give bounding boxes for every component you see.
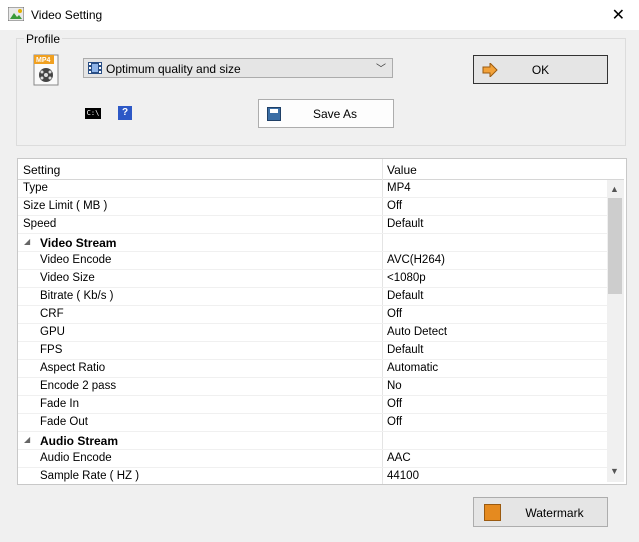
setting-row[interactable]: Type MP4	[18, 180, 608, 198]
setting-row[interactable]: Audio Encode AAC	[18, 450, 608, 468]
section-row[interactable]: ◢ Video Stream	[18, 234, 608, 252]
setting-name: Encode 2 pass	[40, 380, 117, 392]
setting-name: Type	[23, 182, 48, 194]
setting-name: Video Size	[40, 272, 95, 284]
chevron-down-icon: ﹀	[376, 64, 386, 75]
setting-name: CRF	[40, 308, 64, 320]
grid-header: Setting Value	[18, 159, 624, 180]
setting-row[interactable]: GPU Auto Detect	[18, 324, 608, 342]
setting-name: Video Encode	[40, 254, 112, 266]
setting-row[interactable]: FPS Default	[18, 342, 608, 360]
setting-row[interactable]: Fade In Off	[18, 396, 608, 414]
watermark-button[interactable]: Watermark	[473, 497, 608, 527]
setting-name: GPU	[40, 326, 65, 338]
column-header-setting[interactable]: Setting	[23, 163, 60, 177]
setting-row[interactable]: Aspect Ratio Automatic	[18, 360, 608, 378]
preset-dropdown[interactable]: Optimum quality and size ﹀	[83, 58, 393, 78]
setting-row[interactable]: Sample Rate ( HZ ) 44100	[18, 468, 608, 484]
app-icon	[8, 7, 24, 21]
setting-value[interactable]: MP4	[387, 182, 411, 194]
film-icon	[88, 62, 102, 74]
setting-value[interactable]: AAC	[387, 452, 411, 464]
collapse-triangle-icon[interactable]: ◢	[24, 435, 30, 444]
setting-row[interactable]: Size Limit ( MB ) Off	[18, 198, 608, 216]
setting-row[interactable]: CRF Off	[18, 306, 608, 324]
setting-value[interactable]: Default	[387, 344, 423, 356]
section-title: Video Stream	[40, 236, 117, 250]
setting-name: Fade Out	[40, 416, 88, 428]
column-header-value[interactable]: Value	[387, 163, 417, 177]
ok-button-label: OK	[531, 63, 550, 77]
setting-row[interactable]: Encode 2 pass No	[18, 378, 608, 396]
setting-name: Aspect Ratio	[40, 362, 106, 374]
setting-name: Sample Rate ( HZ )	[40, 470, 140, 482]
setting-name: Speed	[23, 218, 57, 230]
settings-grid[interactable]: Setting Value Type MP4 Size Limit ( MB ) Of…	[17, 158, 627, 485]
setting-value[interactable]: Off	[387, 398, 402, 410]
setting-name: Fade In	[40, 398, 79, 410]
title-bar: Video Setting ✕	[0, 0, 639, 30]
settings-rows: Type MP4 Size Limit ( MB ) Off Speed Default ◢…	[18, 180, 608, 484]
command-line-icon[interactable]: C:\	[85, 108, 101, 119]
setting-value[interactable]: Off	[387, 200, 402, 212]
close-icon[interactable]: ✕	[612, 5, 625, 25]
setting-value[interactable]: <1080p	[387, 272, 426, 284]
section-title: Audio Stream	[40, 434, 119, 448]
setting-value[interactable]: Auto Detect	[387, 326, 447, 338]
preset-dropdown-value: Optimum quality and size	[106, 62, 241, 76]
svg-text:MP4: MP4	[36, 57, 51, 64]
setting-row[interactable]: Fade Out Off	[18, 414, 608, 432]
setting-name: FPS	[40, 344, 63, 356]
collapse-triangle-icon[interactable]: ◢	[24, 237, 30, 246]
window-title: Video Setting	[31, 8, 103, 22]
section-row[interactable]: ◢ Audio Stream	[18, 432, 608, 450]
mp4-file-icon: MP4	[33, 54, 59, 86]
setting-row[interactable]: Video Size <1080p	[18, 270, 608, 288]
setting-row[interactable]: Bitrate ( Kb/s ) Default	[18, 288, 608, 306]
setting-value[interactable]: Off	[387, 416, 402, 428]
ok-button[interactable]: OK	[473, 55, 608, 84]
setting-value[interactable]: No	[387, 380, 402, 392]
setting-value[interactable]: 44100	[387, 470, 419, 482]
scroll-down-arrow-icon[interactable]: ▼	[610, 466, 619, 476]
setting-name: Size Limit ( MB )	[23, 200, 108, 212]
setting-value[interactable]: AVC(H264)	[387, 254, 445, 266]
watermark-button-label: Watermark	[525, 506, 584, 520]
profile-group-label: Profile	[24, 32, 63, 46]
vertical-scrollbar[interactable]: ▲ ▼	[607, 180, 624, 482]
setting-row[interactable]: Video Encode AVC(H264)	[18, 252, 608, 270]
save-as-button-label: Save As	[312, 107, 358, 121]
help-icon[interactable]: ?	[118, 106, 132, 120]
setting-value[interactable]: Off	[387, 308, 402, 320]
setting-row[interactable]: Speed Default	[18, 216, 608, 234]
setting-value[interactable]: Default	[387, 290, 423, 302]
setting-value[interactable]: Default	[387, 218, 423, 230]
setting-value[interactable]: Automatic	[387, 362, 438, 374]
setting-name: Audio Encode	[40, 452, 112, 464]
setting-name: Bitrate ( Kb/s )	[40, 290, 114, 302]
save-as-button[interactable]: Save As	[258, 99, 394, 128]
scroll-up-arrow-icon[interactable]: ▲	[610, 184, 619, 194]
scroll-thumb[interactable]	[608, 198, 622, 294]
